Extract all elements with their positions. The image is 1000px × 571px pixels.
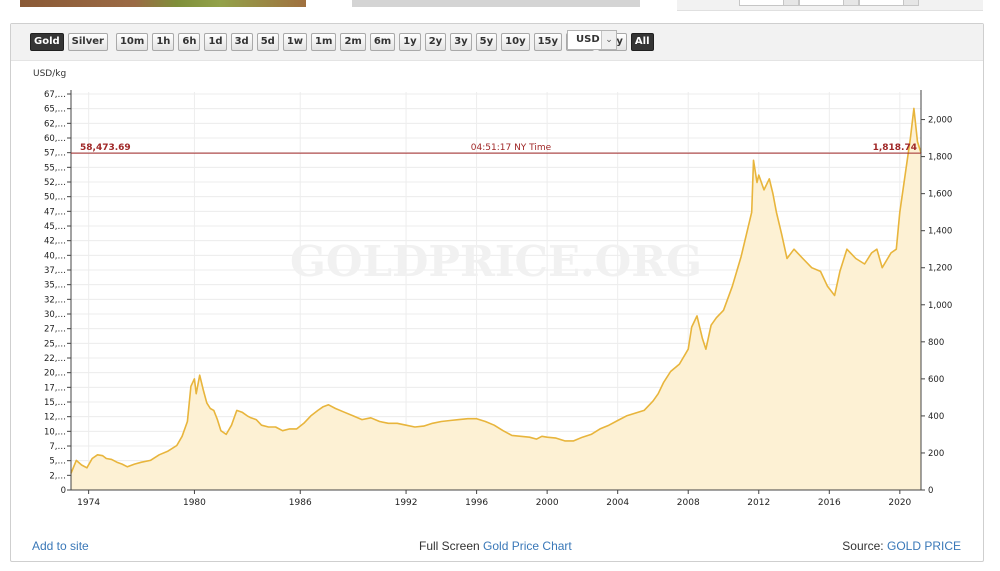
left-tick-label: 10,… <box>44 427 66 437</box>
right-tick-label: 1,200 <box>928 264 952 274</box>
right-tick-label: 200 <box>928 449 944 459</box>
x-tick-label: 2020 <box>888 498 911 508</box>
left-tick-label: 0 <box>61 486 66 496</box>
right-tick-label: 400 <box>928 412 944 422</box>
x-tick-label: 2008 <box>677 498 700 508</box>
left-tick-label: 35,… <box>44 281 66 291</box>
x-tick-label: 2012 <box>747 498 770 508</box>
right-tick-label: 2,000 <box>928 116 952 126</box>
left-tick-label: 12,… <box>44 413 66 423</box>
right-tick-label: 800 <box>928 338 944 348</box>
left-tick-label: 30,… <box>44 310 66 320</box>
top-strip <box>0 0 1000 14</box>
right-tick-label: 1,600 <box>928 190 952 200</box>
source-text: Source: GOLD PRICE <box>842 539 961 553</box>
watermark: GOLDPRICE.ORG <box>290 237 702 286</box>
left-tick-label: 37,… <box>44 266 66 276</box>
header-select[interactable] <box>799 0 859 6</box>
right-tick-label: 1,400 <box>928 227 952 237</box>
gold-price-chart[interactable]: GOLDPRICE.ORG 0 2,… 5,… 7,… 10,… 12,… 15,… 17,… 2… <box>11 24 983 529</box>
fullscreen-prefix: Full Screen <box>419 539 480 553</box>
left-tick-label: 20,… <box>44 369 66 379</box>
left-tick-label: 25,… <box>44 339 66 349</box>
left-tick-label: 32,… <box>44 295 66 305</box>
crosshair-right-value: 1,818.74 <box>873 143 917 153</box>
left-tick-label: 42,… <box>44 237 66 247</box>
source-prefix: Source: <box>842 539 884 553</box>
chart-footer: Add to site Full Screen Gold Price Chart… <box>11 531 983 561</box>
left-tick-label: 55,… <box>44 163 66 173</box>
left-tick-label: 22,… <box>44 354 66 364</box>
left-tick-label: 5,… <box>49 457 66 467</box>
left-tick-label: 62,… <box>44 119 66 129</box>
left-tick-label: 52,… <box>44 178 66 188</box>
left-tick-label: 67,… <box>44 90 66 100</box>
header-photo <box>20 0 306 7</box>
chevron-down-icon <box>843 0 858 5</box>
header-block <box>352 0 640 7</box>
left-tick-label: 15,… <box>44 398 66 408</box>
right-tick-label: 600 <box>928 375 944 385</box>
right-tick-label: 1,800 <box>928 153 952 163</box>
left-tick-label: 2,… <box>49 471 66 481</box>
crosshair-left-value: 58,473.69 <box>80 143 131 153</box>
x-tick-label: 1974 <box>77 498 100 508</box>
header-select[interactable] <box>859 0 919 6</box>
left-tick-label: 45,… <box>44 222 66 232</box>
left-tick-label: 47,… <box>44 207 66 217</box>
source-link[interactable]: GOLD PRICE <box>887 539 961 553</box>
header-select[interactable] <box>739 0 799 6</box>
fullscreen-text: Full Screen Gold Price Chart <box>419 539 572 553</box>
left-tick-label: 60,… <box>44 134 66 144</box>
left-tick-label: 57,… <box>44 149 66 159</box>
left-tick-label: 27,… <box>44 325 66 335</box>
x-tick-label: 1986 <box>289 498 312 508</box>
left-tick-label: 7,… <box>49 442 66 452</box>
x-tick-label: 2016 <box>818 498 841 508</box>
x-tick-label: 1992 <box>395 498 418 508</box>
chart-panel: Gold Silver 10m 1h 6h 1d 3d 5d 1w 1m 2m 6m 1y 2y 3y 5y 1… <box>10 23 984 562</box>
left-tick-label: 17,… <box>44 383 66 393</box>
right-tick-label: 0 <box>928 486 933 496</box>
x-tick-label: 1980 <box>183 498 206 508</box>
left-tick-label: 65,… <box>44 105 66 115</box>
left-tick-label: 50,… <box>44 193 66 203</box>
x-tick-label: 2000 <box>536 498 559 508</box>
chevron-down-icon <box>903 0 918 5</box>
chevron-down-icon <box>783 0 798 5</box>
add-to-site-link[interactable]: Add to site <box>32 539 89 553</box>
x-tick-label: 1996 <box>465 498 488 508</box>
header-select-box <box>677 0 983 11</box>
right-tick-label: 1,000 <box>928 301 952 311</box>
left-tick-label: 40,… <box>44 251 66 261</box>
fullscreen-chart-link[interactable]: Gold Price Chart <box>483 539 572 553</box>
x-tick-label: 2004 <box>606 498 629 508</box>
crosshair-time: 04:51:17 NY Time <box>471 143 552 153</box>
